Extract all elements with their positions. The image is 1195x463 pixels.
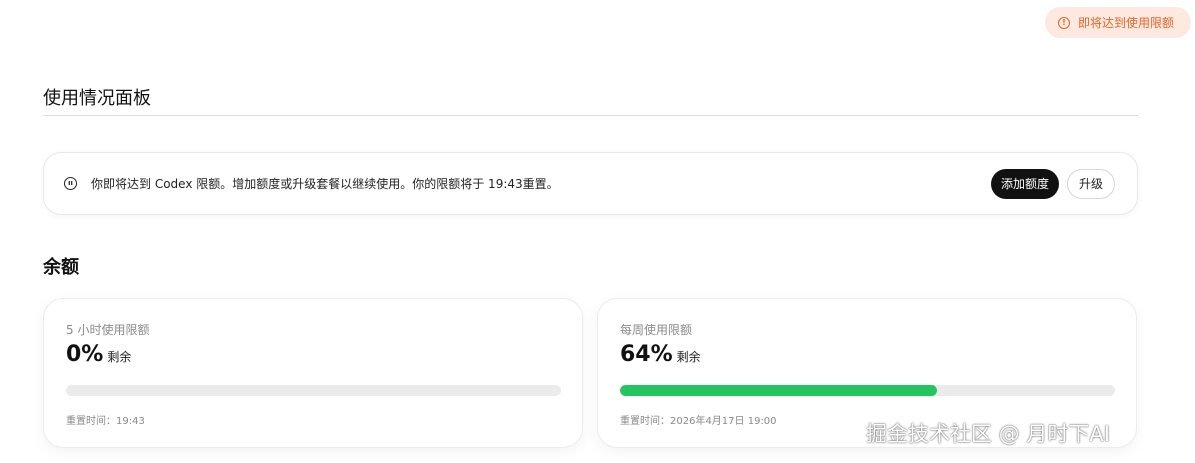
usage-value-row: 64% 剩余: [620, 342, 701, 367]
usage-card-5h: 5 小时使用限额 0% 剩余 重置时间：19:43: [43, 298, 583, 448]
usage-reset-time: 重置时间：2026年4月17日 19:00: [620, 416, 777, 427]
balance-section-title: 余额: [43, 257, 79, 278]
add-credits-button[interactable]: 添加额度: [990, 168, 1059, 199]
watermark-text: 掘金技术社区 @ 月时下AI: [866, 422, 1110, 446]
usage-value-row: 0% 剩余: [66, 342, 131, 367]
alert-circle-icon: !: [1058, 16, 1070, 29]
usage-progress-track: [66, 385, 561, 396]
usage-card-label: 每周使用限额: [620, 323, 693, 337]
usage-reset-time: 重置时间：19:43: [66, 416, 145, 427]
title-divider: [43, 115, 1138, 116]
usage-suffix: 剩余: [676, 350, 701, 364]
usage-suffix: 剩余: [107, 350, 132, 364]
usage-progress-fill: [620, 385, 937, 396]
limit-banner: ıı 你即将达到 Codex 限额。增加额度或升级套餐以继续使用。你的限额将于 …: [43, 152, 1138, 215]
usage-progress-track: [620, 385, 1115, 396]
banner-message: 你即将达到 Codex 限额。增加额度或升级套餐以继续使用。你的限额将于 19:…: [91, 177, 559, 191]
clock-icon: ıı: [64, 177, 77, 190]
usage-percent: 0%: [66, 342, 104, 367]
page-title: 使用情况面板: [43, 88, 151, 109]
upgrade-button[interactable]: 升级: [1066, 168, 1115, 199]
usage-card-label: 5 小时使用限额: [66, 323, 150, 337]
limit-warning-toast[interactable]: ! 即将达到使用限额: [1045, 7, 1191, 38]
usage-percent: 64%: [620, 342, 673, 367]
toast-text: 即将达到使用限额: [1078, 16, 1175, 30]
